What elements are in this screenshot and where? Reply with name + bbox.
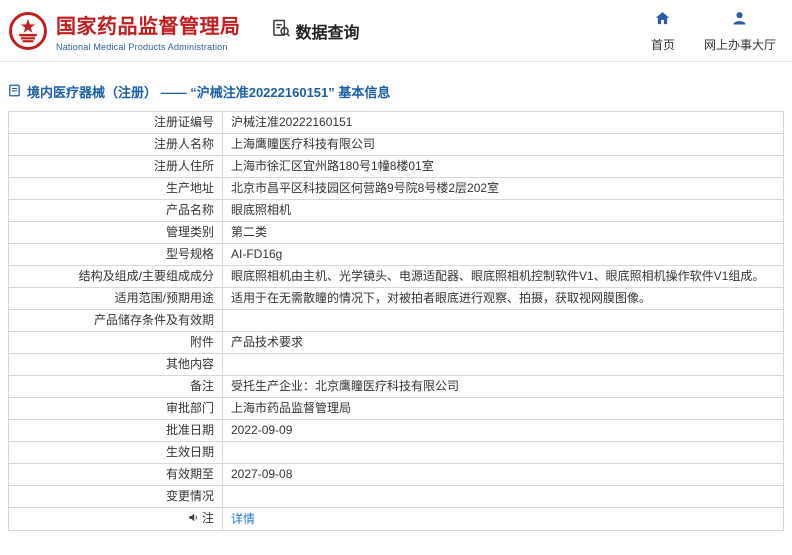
row-value: 2027-09-08 — [222, 463, 784, 486]
row-value — [222, 309, 784, 332]
row-value: 上海鹰瞳医疗科技有限公司 — [222, 133, 784, 156]
table-row: 结构及组成/主要组成成分 眼底照相机由主机、光学镜头、电源适配器、眼底照相机控制… — [8, 265, 784, 288]
row-label: 附件 — [8, 331, 223, 354]
table-row: 产品储存条件及有效期 — [8, 309, 784, 332]
table-row: 注册人住所 上海市徐汇区宜州路180号1幢8楼01室 — [8, 155, 784, 178]
nav-home[interactable]: 首页 — [640, 10, 686, 53]
header-nav: 首页 网上办事大厅 — [640, 8, 776, 53]
table-row: 其他内容 — [8, 353, 784, 376]
table-row: 注 详情 — [8, 507, 784, 531]
row-label: 批准日期 — [8, 419, 223, 442]
row-value: 上海市药品监督管理局 — [222, 397, 784, 420]
row-label: 适用范围/预期用途 — [8, 287, 223, 310]
row-value: 产品技术要求 — [222, 331, 784, 354]
table-row: 管理类别 第二类 — [8, 221, 784, 244]
note-icon — [188, 512, 199, 527]
table-row: 生效日期 — [8, 441, 784, 464]
table-row: 产品名称 眼底照相机 — [8, 199, 784, 222]
row-label: 注册人住所 — [8, 155, 223, 178]
row-value: 适用于在无需散瞳的情况下，对被拍者眼底进行观察、拍摄，获取视网膜图像。 — [222, 287, 784, 310]
breadcrumb-text: 境内医疗器械（注册） —— “沪械注准20222160151” 基本信息 — [27, 85, 391, 100]
row-label: 结构及组成/主要组成成分 — [8, 265, 223, 288]
row-value — [222, 353, 784, 376]
row-label: 其他内容 — [8, 353, 223, 376]
table-row: 有效期至 2027-09-08 — [8, 463, 784, 486]
user-icon — [731, 10, 748, 32]
table-row: 批准日期 2022-09-09 — [8, 419, 784, 442]
row-label: 有效期至 — [8, 463, 223, 486]
table-row: 适用范围/预期用途 适用于在无需散瞳的情况下，对被拍者眼底进行观察、拍摄，获取视… — [8, 287, 784, 310]
data-query-section: 数据查询 — [271, 18, 360, 43]
row-label: 变更情况 — [8, 485, 223, 508]
national-emblem-logo — [8, 11, 48, 51]
table-row: 生产地址 北京市昌平区科技园区何营路9号院8号楼2层202室 — [8, 177, 784, 200]
row-label: 型号规格 — [8, 243, 223, 266]
row-value: 详情 — [222, 507, 784, 531]
table-row: 注册证编号 沪械注准20222160151 — [8, 111, 784, 134]
org-name-en: National Medical Products Administration — [56, 41, 228, 52]
row-value: 沪械注准20222160151 — [222, 111, 784, 134]
row-value: 第二类 — [222, 221, 784, 244]
row-label-note: 注 — [8, 507, 223, 531]
row-label: 管理类别 — [8, 221, 223, 244]
row-label: 产品名称 — [8, 199, 223, 222]
table-row: 附件 产品技术要求 — [8, 331, 784, 354]
row-value: 眼底照相机由主机、光学镜头、电源适配器、眼底照相机控制软件V1、眼底照相机操作软… — [222, 265, 784, 288]
row-value: AI-FD16g — [222, 243, 784, 266]
detail-link[interactable]: 详情 — [231, 512, 255, 526]
row-value — [222, 441, 784, 464]
table-row: 注册人名称 上海鹰瞳医疗科技有限公司 — [8, 133, 784, 156]
row-label: 生效日期 — [8, 441, 223, 464]
site-header: 国家药品监督管理局 National Medical Products Admi… — [0, 0, 792, 62]
row-value: 上海市徐汇区宜州路180号1幢8楼01室 — [222, 155, 784, 178]
table-row: 备注 受托生产企业：北京鹰瞳医疗科技有限公司 — [8, 375, 784, 398]
org-name-cn: 国家药品监督管理局 — [56, 15, 241, 38]
breadcrumb: 境内医疗器械（注册） —— “沪械注准20222160151” 基本信息 — [8, 82, 784, 101]
row-label: 生产地址 — [8, 177, 223, 200]
org-title-block: 国家药品监督管理局 National Medical Products Admi… — [56, 10, 241, 52]
row-value: 北京市昌平区科技园区何营路9号院8号楼2层202室 — [222, 177, 784, 200]
note-label: 注 — [201, 511, 214, 525]
home-icon — [654, 10, 671, 32]
nav-home-label: 首页 — [650, 38, 675, 52]
data-query-title: 数据查询 — [295, 24, 360, 42]
row-label: 注册证编号 — [8, 111, 223, 134]
row-value: 2022-09-09 — [222, 419, 784, 442]
table-row: 变更情况 — [8, 485, 784, 508]
row-label: 审批部门 — [8, 397, 223, 420]
row-value: 受托生产企业：北京鹰瞳医疗科技有限公司 — [222, 375, 784, 398]
main-content: 境内医疗器械（注册） —— “沪械注准20222160151” 基本信息 注册证… — [0, 82, 792, 531]
row-value — [222, 485, 784, 508]
document-icon — [8, 84, 21, 100]
row-label: 备注 — [8, 375, 223, 398]
table-row: 型号规格 AI-FD16g — [8, 243, 784, 266]
info-table: 注册证编号 沪械注准20222160151 注册人名称 上海鹰瞳医疗科技有限公司… — [8, 111, 784, 531]
row-label: 注册人名称 — [8, 133, 223, 156]
data-query-icon — [271, 18, 291, 43]
table-row: 审批部门 上海市药品监督管理局 — [8, 397, 784, 420]
row-value: 眼底照相机 — [222, 199, 784, 222]
nav-service-hall[interactable]: 网上办事大厅 — [704, 10, 776, 53]
nav-service-hall-label: 网上办事大厅 — [703, 38, 776, 52]
row-label: 产品储存条件及有效期 — [8, 309, 223, 332]
